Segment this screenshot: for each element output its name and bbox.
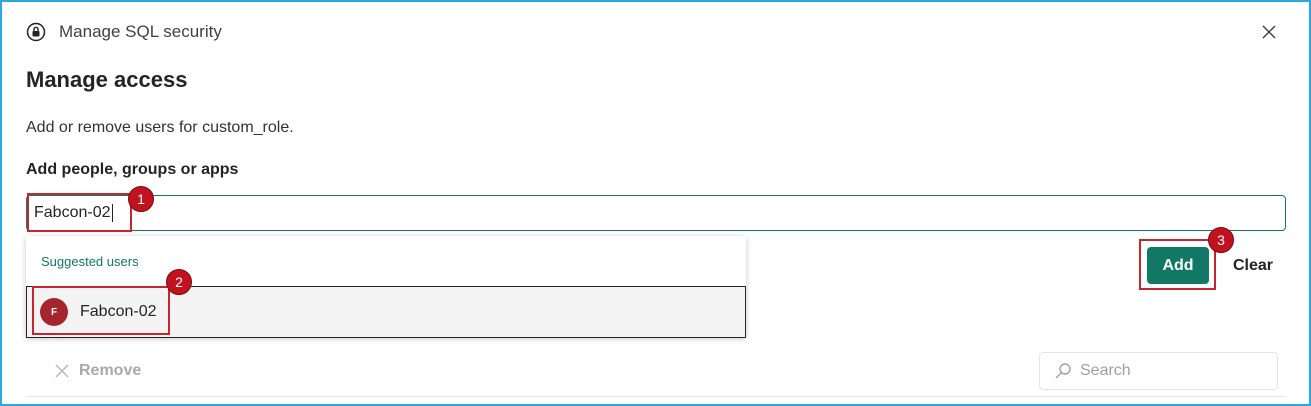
lock-icon bbox=[26, 22, 46, 42]
page-description: Add or remove users for custom_role. bbox=[26, 119, 294, 136]
suggested-user-name: Fabcon-02 bbox=[80, 303, 157, 320]
add-button[interactable]: Add bbox=[1147, 247, 1209, 284]
people-field-label: Add people, groups or apps bbox=[26, 161, 239, 178]
divider bbox=[26, 396, 1286, 397]
avatar: F bbox=[40, 298, 68, 326]
remove-label: Remove bbox=[79, 362, 142, 379]
suggested-users-header: Suggested users bbox=[41, 254, 139, 269]
close-button[interactable] bbox=[1257, 20, 1281, 44]
step-badge-2: 2 bbox=[166, 269, 192, 295]
dialog-header: Manage SQL security bbox=[26, 22, 222, 42]
close-icon bbox=[55, 364, 69, 378]
remove-button[interactable]: Remove bbox=[55, 362, 141, 380]
search-icon bbox=[1055, 363, 1071, 379]
clear-button[interactable]: Clear bbox=[1225, 247, 1281, 284]
close-icon bbox=[1262, 25, 1276, 39]
dialog-title: Manage SQL security bbox=[59, 22, 222, 41]
people-search-input[interactable]: Fabcon-02 bbox=[26, 195, 1286, 231]
step-badge-1: 1 bbox=[128, 186, 154, 212]
page-title: Manage access bbox=[26, 67, 188, 92]
search-placeholder: Search bbox=[1080, 362, 1131, 379]
text-caret bbox=[111, 204, 113, 222]
people-input-value: Fabcon-02 bbox=[34, 204, 111, 221]
suggested-user-item[interactable]: F Fabcon-02 bbox=[26, 286, 746, 338]
step-badge-3: 3 bbox=[1208, 227, 1234, 253]
suggested-users-dropdown: Suggested users F Fabcon-02 bbox=[26, 236, 746, 338]
search-input[interactable]: Search bbox=[1039, 352, 1278, 390]
